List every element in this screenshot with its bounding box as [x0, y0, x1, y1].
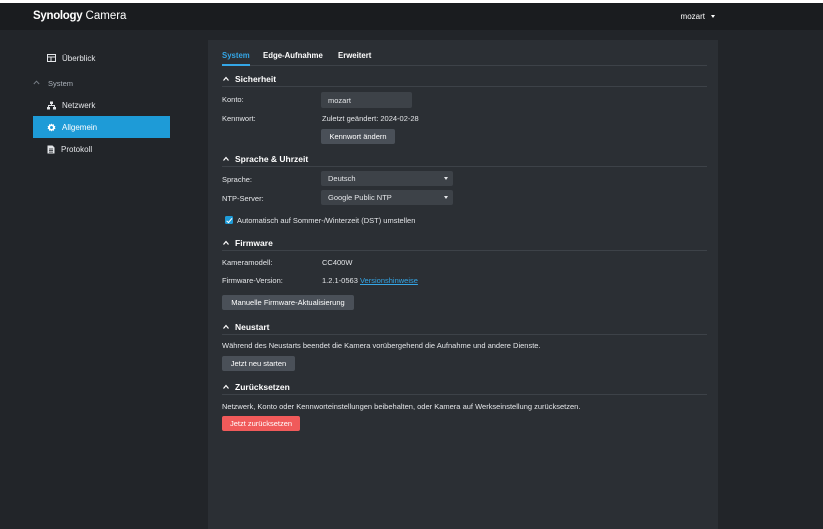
- ntp-label: NTP-Server:: [222, 194, 264, 203]
- sidebar-group-system[interactable]: System: [33, 76, 73, 90]
- reset-description: Netzwerk, Konto oder Kennworteinstellung…: [222, 402, 581, 411]
- app-logo: Synology Camera: [33, 10, 126, 22]
- account-field[interactable]: mozart: [321, 92, 412, 108]
- section-restart-header[interactable]: Neustart: [223, 322, 269, 332]
- sidebar-item-overview[interactable]: Überblick: [33, 47, 170, 69]
- chevron-up-icon: [223, 156, 229, 161]
- user-menu[interactable]: mozart: [681, 12, 715, 21]
- language-value: Deutsch: [328, 174, 356, 183]
- chevron-up-icon: [33, 79, 43, 87]
- restart-now-button[interactable]: Jetzt neu starten: [222, 356, 295, 371]
- account-value: mozart: [328, 95, 351, 105]
- firmware-version-label: Firmware-Version:: [222, 276, 283, 285]
- tab-system[interactable]: System: [222, 51, 250, 66]
- chevron-up-icon: [223, 384, 229, 389]
- section-title: Firmware: [235, 238, 273, 248]
- divider: [222, 394, 707, 395]
- chevron-up-icon: [223, 240, 229, 245]
- reset-now-button[interactable]: Jetzt zurücksetzen: [222, 416, 300, 431]
- section-title: Sicherheit: [235, 74, 277, 84]
- dashboard-icon: [47, 54, 56, 62]
- chevron-down-icon: [444, 177, 448, 180]
- password-changed-text: Zuletzt geändert: 2024-02-28: [322, 114, 419, 123]
- dst-checkbox[interactable]: [225, 216, 233, 224]
- chevron-up-icon: [223, 76, 229, 81]
- section-language-header[interactable]: Sprache & Uhrzeit: [223, 154, 308, 164]
- sidebar-item-general[interactable]: Allgemein: [33, 116, 170, 138]
- sidebar-item-log[interactable]: Protokoll: [33, 138, 170, 160]
- tab-advanced[interactable]: Erweitert: [338, 51, 371, 66]
- section-title: Zurücksetzen: [235, 382, 290, 392]
- divider: [222, 166, 707, 167]
- brand-name: Synology: [33, 10, 83, 22]
- divider: [222, 86, 707, 87]
- settings-panel: System Edge-Aufnahme Erweitert Sicherhei…: [208, 40, 718, 529]
- tab-edge-recording[interactable]: Edge-Aufnahme: [263, 51, 323, 66]
- tab-bar: System Edge-Aufnahme Erweitert: [222, 51, 707, 66]
- gear-icon: [47, 122, 56, 132]
- sidebar-group-label: System: [48, 78, 74, 88]
- sidebar-item-label: Protokoll: [61, 144, 93, 154]
- ntp-select[interactable]: Google Public NTP: [321, 190, 453, 205]
- app-window: Synology Camera mozart Überblick System …: [0, 3, 823, 529]
- log-icon: [47, 145, 55, 153]
- chevron-down-icon: [444, 196, 448, 199]
- chevron-up-icon: [223, 324, 229, 329]
- firmware-version-value: 1.2.1-0563: [322, 276, 358, 285]
- password-label: Kennwort:: [222, 114, 256, 123]
- model-label: Kameramodell:: [222, 258, 273, 267]
- sidebar-item-label: Überblick: [62, 53, 96, 63]
- sidebar-item-label: Netzwerk: [62, 100, 96, 110]
- language-label: Sprache:: [222, 175, 253, 184]
- ntp-value: Google Public NTP: [328, 193, 392, 202]
- top-bar: Synology Camera mozart: [0, 3, 823, 30]
- brand-product: Camera: [82, 10, 127, 22]
- section-reset-header[interactable]: Zurücksetzen: [223, 382, 290, 392]
- dst-label: Automatisch auf Sommer-/Winterzeit (DST)…: [237, 216, 416, 225]
- network-icon: [47, 101, 56, 109]
- language-select[interactable]: Deutsch: [321, 171, 453, 186]
- account-label: Konto:: [222, 95, 244, 104]
- restart-description: Während des Neustarts beendet die Kamera…: [222, 341, 541, 350]
- change-password-button[interactable]: Kennwort ändern: [321, 129, 395, 144]
- chevron-down-icon: [711, 15, 715, 19]
- divider: [222, 250, 707, 251]
- firmware-version-row: 1.2.1-0563 Versionshinweise: [322, 276, 418, 285]
- divider: [222, 334, 707, 335]
- release-notes-link[interactable]: Versionshinweise: [360, 276, 418, 285]
- section-title: Neustart: [235, 322, 270, 332]
- section-firmware-header[interactable]: Firmware: [223, 238, 273, 248]
- sidebar-item-network[interactable]: Netzwerk: [33, 94, 170, 116]
- section-security-header[interactable]: Sicherheit: [223, 74, 276, 84]
- section-title: Sprache & Uhrzeit: [235, 154, 309, 164]
- manual-firmware-update-button[interactable]: Manuelle Firmware-Aktualisierung: [222, 295, 354, 310]
- user-name: mozart: [680, 12, 705, 21]
- sidebar-item-label: Allgemein: [62, 122, 98, 132]
- model-value: CC400W: [322, 258, 353, 267]
